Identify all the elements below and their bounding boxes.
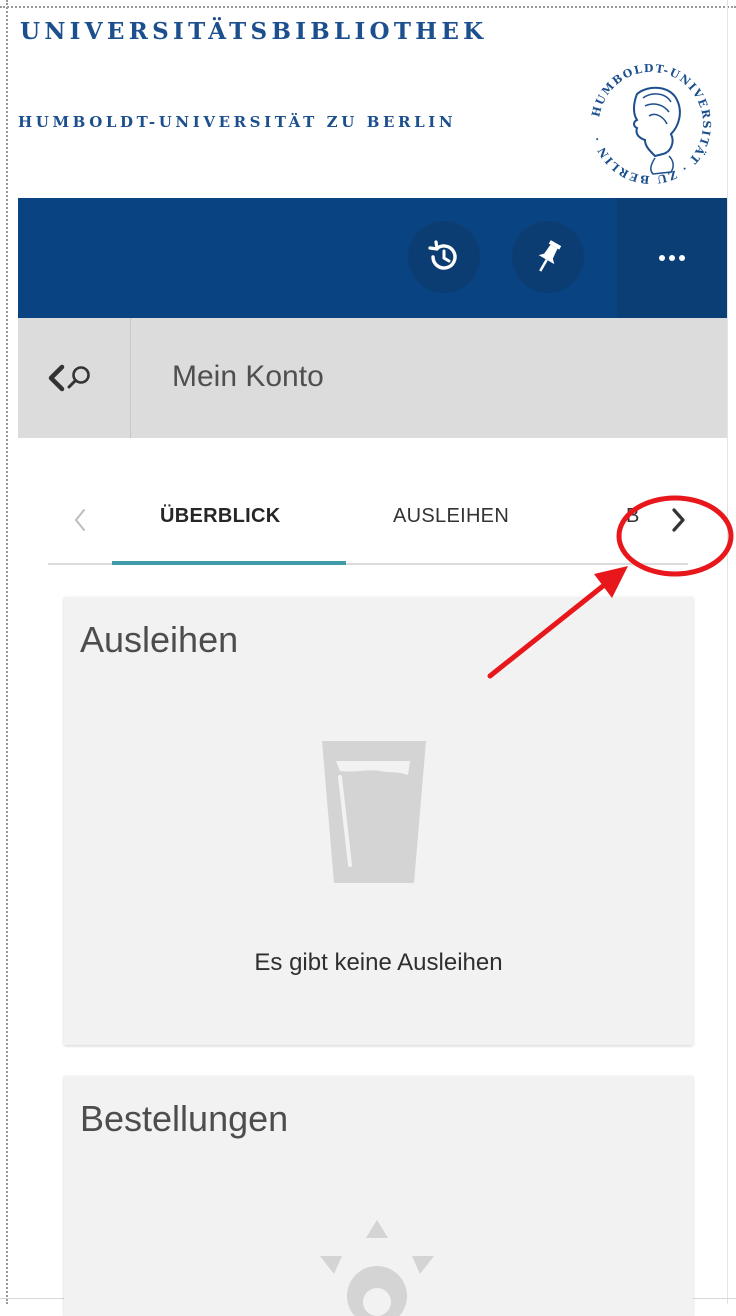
titlebar-divider — [130, 318, 131, 438]
history-icon — [428, 240, 457, 270]
back-to-search-button[interactable] — [18, 318, 130, 438]
pin-icon — [538, 240, 562, 272]
orders-icon — [320, 1220, 434, 1316]
title-bar: Mein Konto — [18, 318, 727, 438]
orders-card-title: Bestellungen — [80, 1098, 289, 1139]
empty-loans-message: Es gibt keine Ausleihen — [254, 949, 503, 976]
back-search-icon — [48, 364, 90, 392]
tab-scroll-right-button[interactable] — [664, 500, 694, 540]
tab-partially-visible[interactable]: B — [626, 505, 648, 528]
university-seal-icon: HUMBOLDT-UNIVERSITÄT · ZU BERLIN · — [585, 58, 717, 190]
tab-ueberblick[interactable]: ÜBERBLICK — [160, 505, 280, 528]
library-name: UNIVERSITÄTSBIBLIOTHEK — [20, 18, 488, 45]
loans-card: Ausleihen Es gibt keine Ausleihen — [64, 597, 693, 1045]
university-name: HUMBOLDT-UNIVERSITÄT ZU BERLIN — [18, 113, 457, 131]
more-options-button[interactable] — [617, 198, 727, 318]
loans-card-title: Ausleihen — [80, 619, 239, 660]
more-icon — [659, 255, 685, 261]
empty-glass-icon — [322, 741, 426, 883]
tab-ausleihen[interactable]: AUSLEIHEN — [393, 505, 509, 528]
screenshot-frame-top — [0, 0, 736, 8]
screenshot-frame-left — [0, 0, 8, 1304]
active-tab-indicator — [112, 561, 346, 565]
tab-scroll-left-button[interactable] — [66, 500, 96, 540]
screenshot-frame-right — [727, 0, 730, 1304]
pin-button[interactable] — [512, 221, 584, 293]
top-toolbar — [18, 198, 727, 318]
history-button[interactable] — [408, 221, 480, 293]
page-title: Mein Konto — [172, 360, 324, 393]
orders-card: Bestellungen — [64, 1076, 693, 1316]
